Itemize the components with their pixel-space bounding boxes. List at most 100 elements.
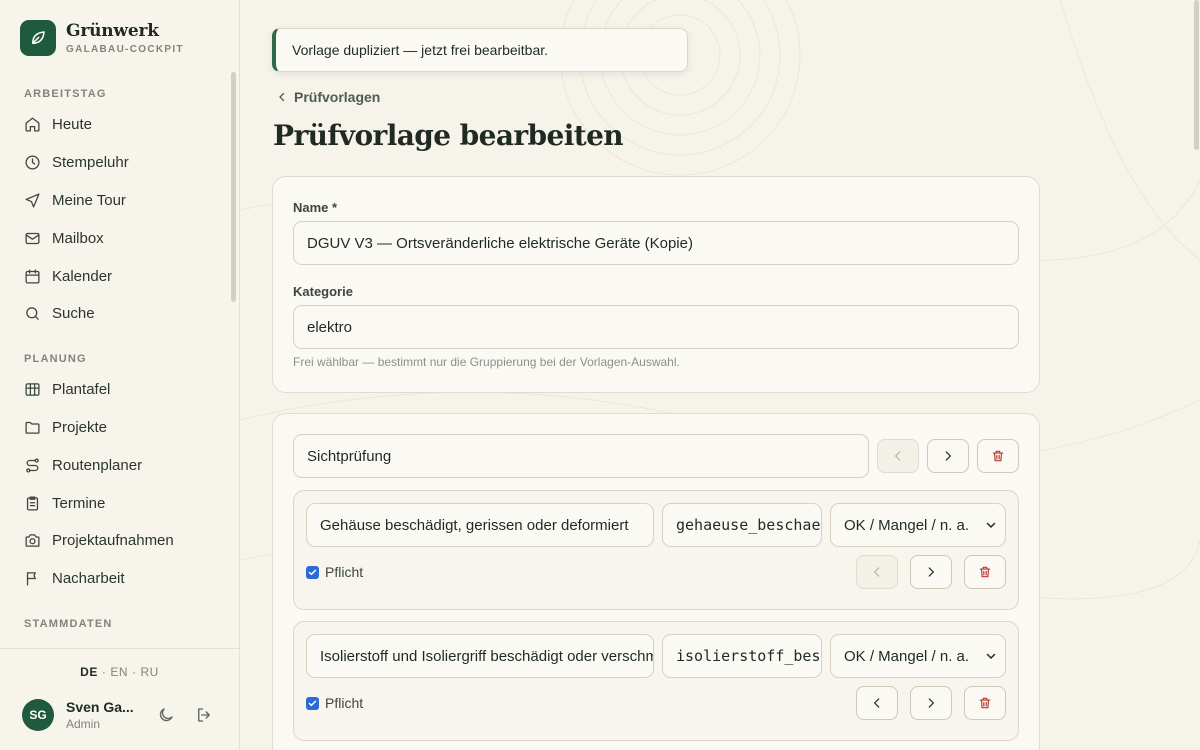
sidebar-item-label: Projekte (52, 418, 108, 436)
item-key-input[interactable]: gehaeuse_beschaedigt (662, 503, 822, 547)
move-section-up-button[interactable] (877, 439, 919, 473)
brand[interactable]: Grünwerk GALABAU-COCKPIT (20, 20, 184, 56)
sidebar-item-routenplaner[interactable]: Routenplaner (0, 446, 228, 484)
sidebar-item-nacharbeit[interactable]: Nacharbeit (0, 560, 228, 598)
nav-section-title: ARBEITSTAG (24, 88, 107, 100)
board-icon (25, 383, 40, 396)
camera-icon (25, 534, 40, 548)
chevron-right-icon (928, 698, 935, 708)
brand-name: Grünwerk (66, 20, 159, 41)
clipboard-icon (26, 496, 39, 511)
route-icon (26, 458, 39, 473)
move-section-down-button[interactable] (927, 439, 969, 473)
clock-icon (25, 155, 40, 170)
user-profile[interactable]: SG Sven Ga... Admin (22, 699, 140, 731)
sidebar-item-stempeluhr[interactable]: Stempeluhr (0, 144, 228, 182)
template-details-card: Name * DGUV V3 — Ortsveränderliche elekt… (272, 176, 1040, 393)
required-label: Pflicht (325, 695, 364, 711)
chevron-down-icon (986, 522, 996, 529)
sidebar-item-label: Suche (52, 305, 95, 323)
sidebar-item-projekte[interactable]: Projekte (0, 409, 228, 447)
user-name: Sven Ga... (66, 699, 134, 715)
required-label: Pflicht (325, 564, 364, 580)
home-icon (25, 117, 40, 132)
chevron-left-icon (873, 698, 880, 708)
sidebar-item-label: Nacharbeit (52, 570, 125, 588)
navigation-icon (25, 193, 40, 208)
sidebar-item-projektaufnahmen[interactable]: Projektaufnahmen (0, 522, 228, 560)
main-scrollbar[interactable] (1194, 0, 1199, 150)
nav-section-title: STAMMDATEN (24, 617, 113, 630)
sidebar-item-label: Kalender (52, 267, 113, 285)
lang-ru[interactable]: RU (141, 665, 159, 679)
sidebar-item-heute[interactable]: Heute (0, 106, 228, 144)
item-type-select[interactable]: OK / Mangel / n. a. (830, 634, 1006, 678)
move-item-up-button[interactable] (856, 686, 898, 720)
checkbox-checked[interactable] (306, 565, 319, 579)
item-type-value: OK / Mangel / n. a. (844, 516, 970, 534)
trash-icon (992, 450, 1004, 462)
avatar: SG (22, 699, 54, 731)
toast-notification: Vorlage dupliziert — jetzt frei bearbeit… (272, 28, 688, 72)
delete-item-button[interactable] (964, 555, 1006, 589)
sidebar-nav: ARBEITSTAG Heute Stempeluhr Meine Tour M… (0, 82, 228, 648)
sidebar-item-label: Projektaufnahmen (52, 532, 174, 550)
name-input[interactable]: DGUV V3 — Ortsveränderliche elektrische … (293, 221, 1019, 265)
sidebar-item-label: Meine Tour (52, 191, 126, 209)
sidebar-item-plantafel[interactable]: Plantafel (0, 371, 228, 409)
move-item-up-button[interactable] (856, 555, 898, 589)
item-type-value: OK / Mangel / n. a. (844, 647, 970, 665)
required-checkbox[interactable]: Pflicht (306, 564, 363, 580)
search-icon (26, 307, 39, 321)
chevron-down-icon (986, 653, 996, 660)
leaf-icon (20, 20, 56, 56)
sidebar-item-label: Termine (52, 494, 106, 512)
required-checkbox[interactable]: Pflicht (306, 695, 363, 711)
move-item-down-button[interactable] (910, 555, 952, 589)
logout-icon[interactable] (195, 706, 213, 724)
main-content: Vorlage dupliziert — jetzt frei bearbeit… (240, 0, 1200, 750)
breadcrumb[interactable]: Prüfvorlagen (276, 89, 380, 105)
check-item: Gehäuse beschädigt, gerissen oder deform… (293, 490, 1019, 610)
calendar-icon (25, 269, 40, 284)
sidebar-item-termine[interactable]: Termine (0, 484, 228, 522)
move-item-down-button[interactable] (910, 686, 952, 720)
trash-icon (979, 566, 991, 578)
name-label: Name * (293, 200, 338, 215)
moon-icon[interactable] (157, 706, 175, 724)
flag-icon (26, 572, 36, 586)
section-title-input[interactable]: Sichtprüfung (293, 434, 869, 478)
item-key-input[interactable]: isolierstoff_beschaedigt (662, 634, 822, 678)
sidebar-item-label: Mailbox (52, 229, 104, 247)
nav-section-title: PLANUNG (24, 352, 87, 365)
sidebar-item-suche[interactable]: Suche (0, 295, 228, 333)
delete-item-button[interactable] (964, 686, 1006, 720)
chevron-left-icon (894, 451, 901, 461)
sidebar-item-mailbox[interactable]: Mailbox (0, 219, 228, 257)
item-label-input[interactable]: Isolierstoff und Isoliergriff beschädigt… (306, 634, 654, 678)
item-label-input[interactable]: Gehäuse beschädigt, gerissen oder deform… (306, 503, 654, 547)
sidebar-item-label: Plantafel (52, 381, 111, 399)
checkbox-checked[interactable] (306, 696, 319, 710)
item-type-select[interactable]: OK / Mangel / n. a. (830, 503, 1006, 547)
trash-icon (979, 697, 991, 709)
chevron-left-icon (279, 92, 285, 102)
check-item: Isolierstoff und Isoliergriff beschädigt… (293, 621, 1019, 741)
category-label: Kategorie (293, 284, 353, 299)
user-role: Admin (66, 717, 101, 731)
category-input[interactable]: elektro (293, 305, 1019, 349)
breadcrumb-label: Prüfvorlagen (294, 89, 381, 105)
sidebar-item-label: Routenplaner (52, 456, 143, 474)
sidebar-scrollbar[interactable] (231, 72, 236, 302)
sidebar-item-kalender[interactable]: Kalender (0, 257, 228, 295)
mail-icon (25, 232, 40, 244)
sidebar-item-meine-tour[interactable]: Meine Tour (0, 182, 228, 220)
chevron-left-icon (873, 567, 880, 577)
lang-de[interactable]: DE (80, 665, 98, 679)
section-card: Sichtprüfung Gehäuse beschädigt, gerisse… (272, 413, 1040, 750)
brand-subtitle: GALABAU-COCKPIT (66, 43, 184, 55)
sidebar-item-label: Heute (52, 116, 93, 134)
category-hint: Frei wählbar — bestimmt nur die Gruppier… (293, 355, 680, 369)
lang-en[interactable]: EN (110, 665, 128, 679)
delete-section-button[interactable] (977, 439, 1019, 473)
